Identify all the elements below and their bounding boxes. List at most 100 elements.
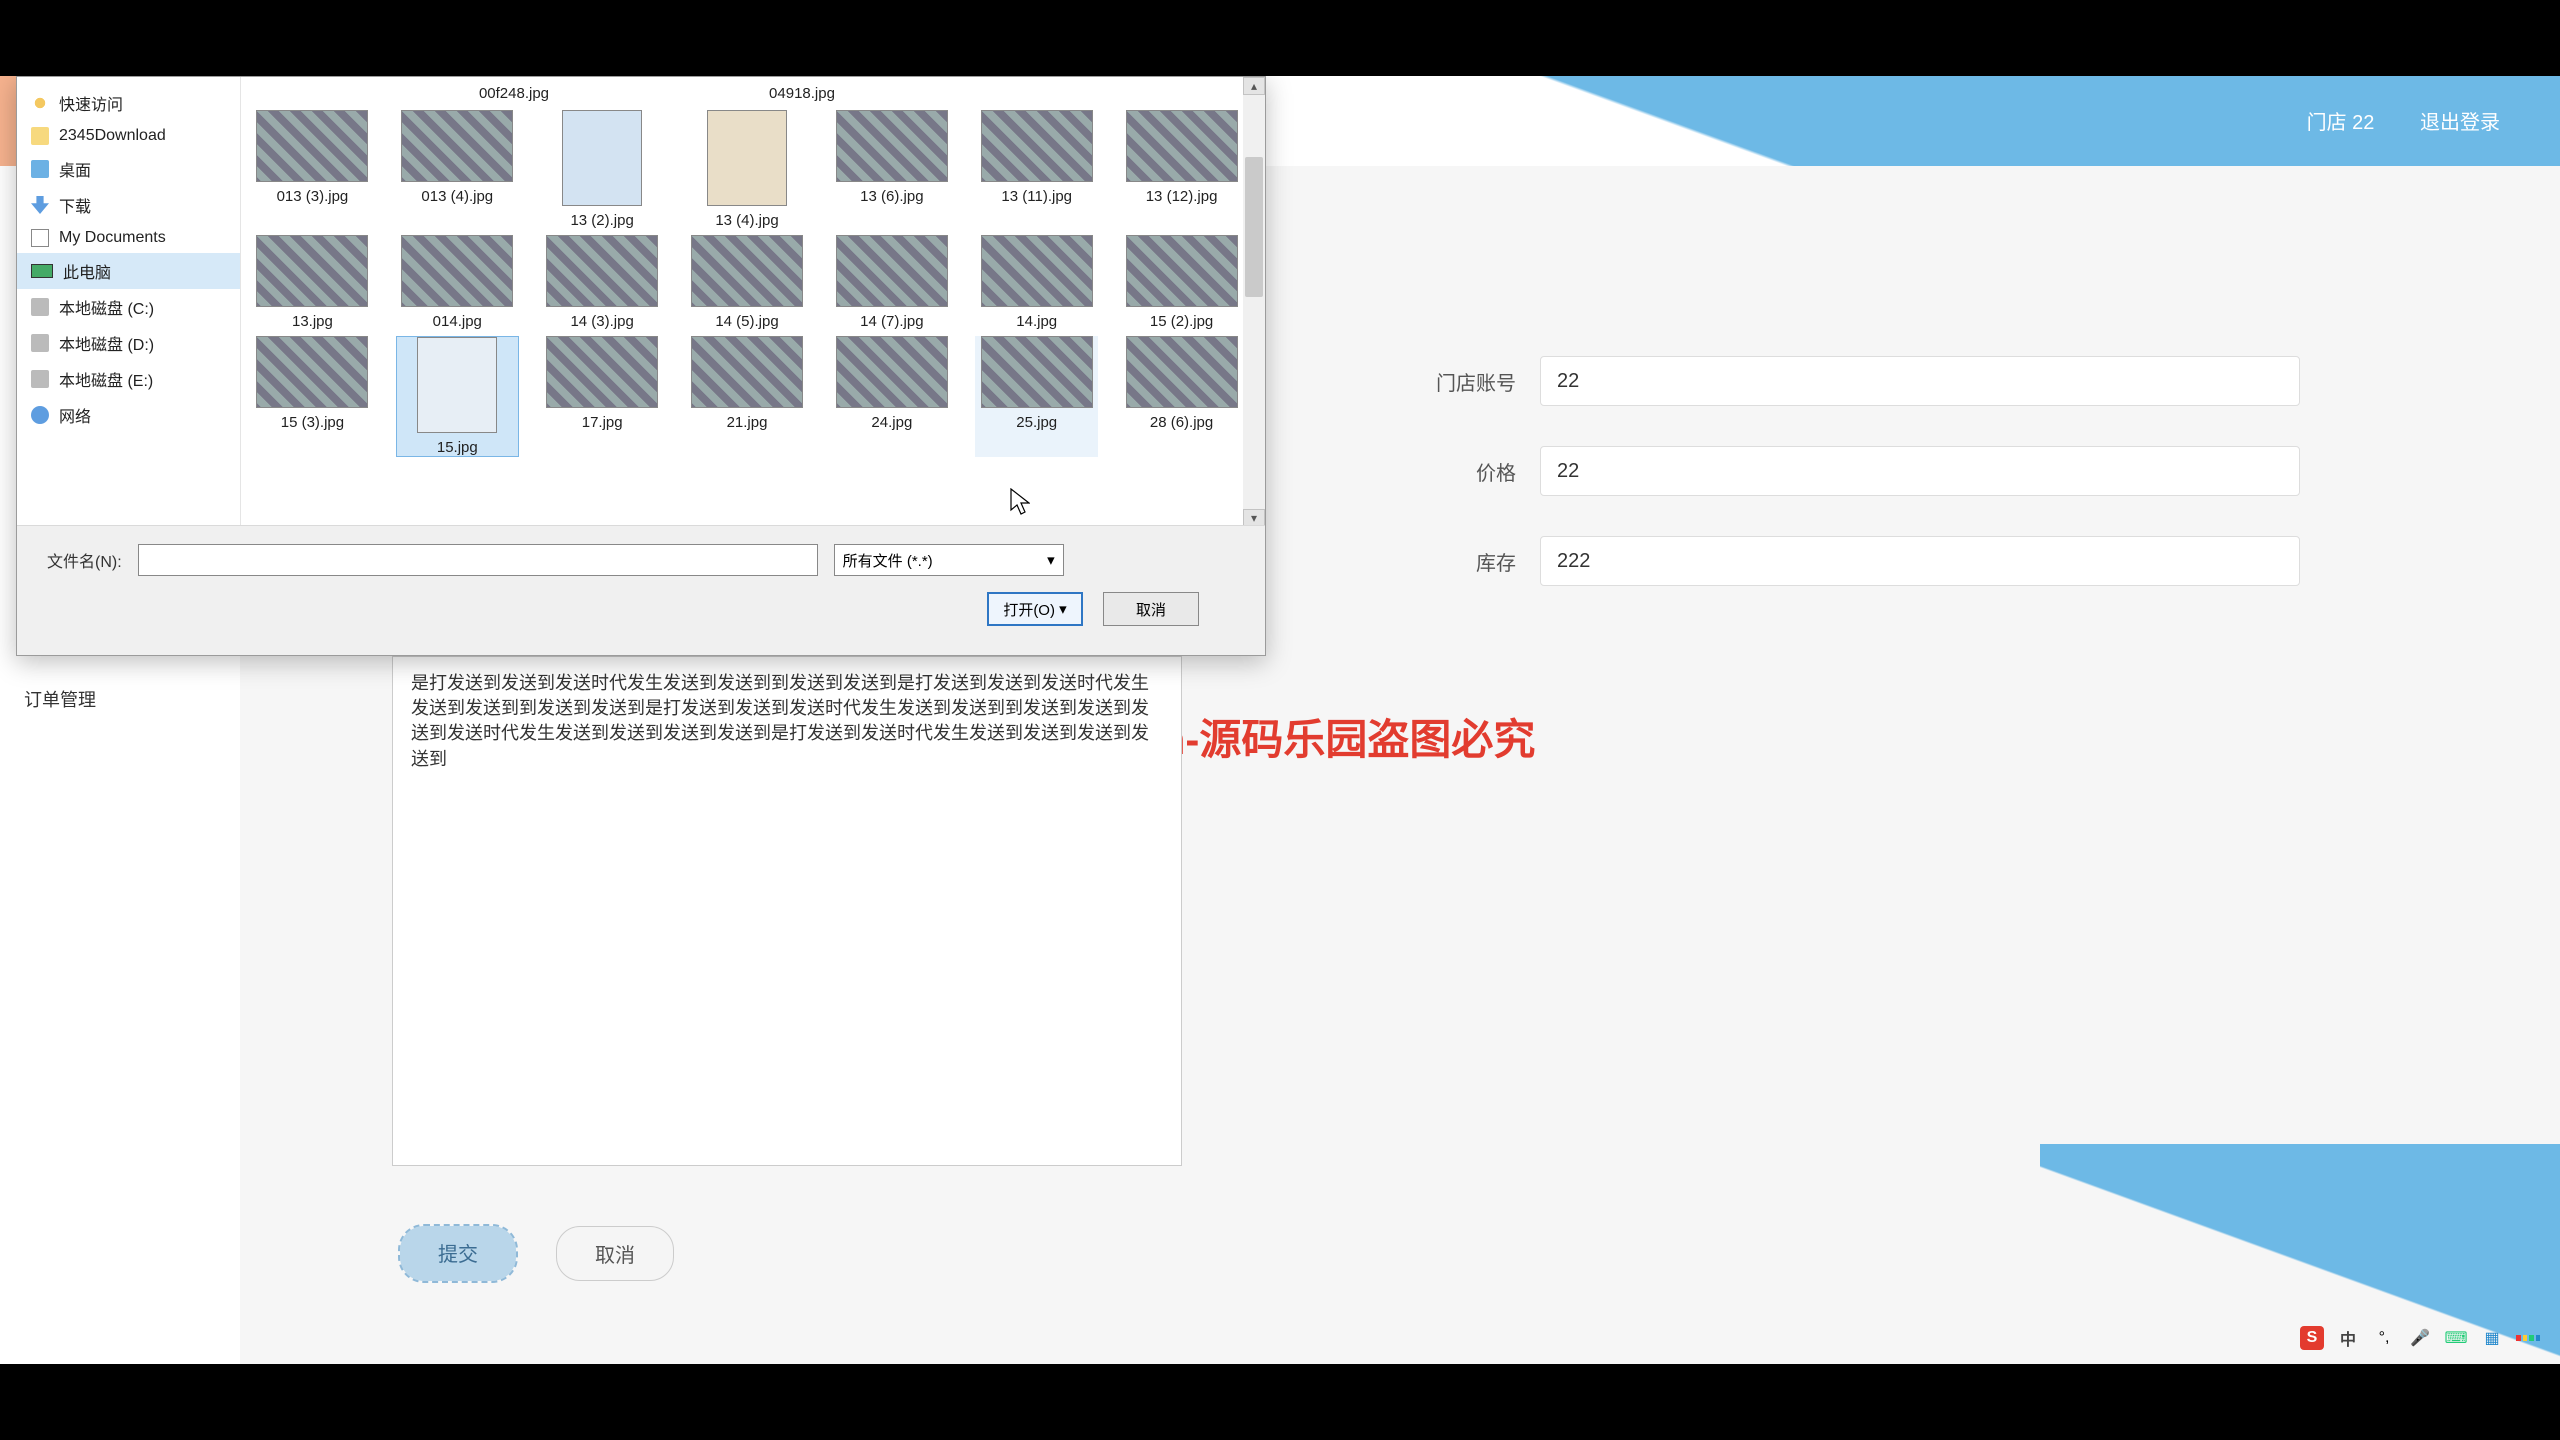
price-input[interactable] bbox=[1540, 446, 2300, 496]
thumbnail-icon bbox=[417, 337, 497, 433]
download-icon bbox=[31, 196, 49, 214]
filter-text: 所有文件 (*.*) bbox=[843, 550, 933, 571]
file-item[interactable]: 13 (2).jpg bbox=[541, 110, 664, 229]
file-row-1: 013 (3).jpg 013 (4).jpg 13 (2).jpg 13 (4… bbox=[251, 110, 1243, 229]
file-item[interactable]: 21.jpg bbox=[686, 336, 809, 457]
file-item[interactable]: 14 (3).jpg bbox=[541, 235, 664, 330]
disk-icon bbox=[31, 298, 49, 316]
thumbnail-icon bbox=[256, 235, 368, 307]
open-button[interactable]: 打开(O) ▾ bbox=[987, 592, 1083, 626]
file-item[interactable]: 13 (6).jpg bbox=[830, 110, 953, 229]
thumbnail-icon bbox=[981, 235, 1093, 307]
description-textarea[interactable]: 是打发送到发送到发送时代发生发送到发送到到发送到发送到是打发送到发送到发送时代发… bbox=[392, 656, 1182, 1166]
file-item[interactable]: 15 (3).jpg bbox=[251, 336, 374, 457]
file-row-3: 15 (3).jpg 15.jpg 17.jpg 21.jpg 24.jpg 2… bbox=[251, 336, 1243, 457]
file-row-2: 13.jpg 014.jpg 14 (3).jpg 14 (5).jpg 14 … bbox=[251, 235, 1243, 330]
file-item[interactable]: 13 (11).jpg bbox=[975, 110, 1098, 229]
cancel-button[interactable]: 取消 bbox=[556, 1226, 674, 1281]
stock-label: 库存 bbox=[1400, 547, 1540, 576]
disk-icon bbox=[31, 370, 49, 388]
thumbnail-icon bbox=[546, 336, 658, 408]
folder-icon bbox=[31, 127, 49, 145]
nav-desktop[interactable]: 桌面 bbox=[17, 151, 240, 187]
nav-quick-access[interactable]: 快速访问 bbox=[17, 85, 240, 121]
nav-2345download[interactable]: 2345Download bbox=[17, 121, 240, 151]
file-item[interactable]: 28 (6).jpg bbox=[1120, 336, 1243, 457]
file-item[interactable]: 17.jpg bbox=[541, 336, 664, 457]
file-label[interactable]: 04918.jpg bbox=[739, 85, 865, 102]
thumbnail-icon bbox=[401, 235, 513, 307]
form-right: 门店账号 价格 库存 bbox=[1400, 356, 2300, 626]
file-item[interactable]: 13 (4).jpg bbox=[686, 110, 809, 229]
ime-menu-icon[interactable] bbox=[2516, 1326, 2540, 1350]
header-links: 门店 22 退出登录 bbox=[2267, 106, 2500, 135]
ime-lang-toggle[interactable]: 中 bbox=[2336, 1326, 2360, 1350]
logout-link[interactable]: 退出登录 bbox=[2420, 112, 2500, 134]
row-stock: 库存 bbox=[1400, 536, 2300, 586]
thumbnail-icon bbox=[691, 235, 803, 307]
thumbnail-icon bbox=[981, 110, 1093, 182]
thumbnail-icon bbox=[691, 336, 803, 408]
row-price: 价格 bbox=[1400, 446, 2300, 496]
desktop-icon bbox=[31, 160, 49, 178]
file-dialog-nav: 快速访问 2345Download 桌面 下载 My Documents 此电脑… bbox=[17, 77, 241, 527]
keyboard-icon[interactable]: ⌨ bbox=[2444, 1326, 2468, 1350]
disk-icon bbox=[31, 334, 49, 352]
file-item[interactable]: 14.jpg bbox=[975, 235, 1098, 330]
file-item[interactable]: 014.jpg bbox=[396, 235, 519, 330]
nav-disk-c[interactable]: 本地磁盘 (C:) bbox=[17, 289, 240, 325]
thumbnail-icon bbox=[981, 336, 1093, 408]
file-item[interactable]: 013 (3).jpg bbox=[251, 110, 374, 229]
file-grid: 00f248.jpg 04918.jpg 013 (3).jpg 013 (4)… bbox=[241, 77, 1243, 527]
file-grid-scrollbar[interactable]: ▴ ▾ bbox=[1243, 77, 1265, 527]
file-type-filter[interactable]: 所有文件 (*.*) ▾ bbox=[834, 544, 1064, 576]
scroll-thumb[interactable] bbox=[1245, 157, 1263, 297]
stock-input[interactable] bbox=[1540, 536, 2300, 586]
nav-disk-d[interactable]: 本地磁盘 (D:) bbox=[17, 325, 240, 361]
thumbnail-icon bbox=[546, 235, 658, 307]
thumbnail-icon bbox=[1126, 110, 1238, 182]
thumbnail-icon bbox=[562, 110, 642, 206]
app-viewport: code51.cn code51.cn code51.cn code51.cn … bbox=[0, 76, 2560, 1364]
filename-input[interactable] bbox=[138, 544, 818, 576]
thumbnail-icon bbox=[707, 110, 787, 206]
nav-this-pc[interactable]: 此电脑 bbox=[17, 253, 240, 289]
file-item-hover[interactable]: 25.jpg bbox=[975, 336, 1098, 457]
letterbox-top bbox=[0, 0, 2560, 76]
file-item[interactable]: 13 (12).jpg bbox=[1120, 110, 1243, 229]
ime-toolbar: S 中 °, 🎤 ⌨ ▦ bbox=[2300, 1320, 2540, 1356]
file-item[interactable]: 13.jpg bbox=[251, 235, 374, 330]
file-item-selected[interactable]: 15.jpg bbox=[396, 336, 519, 457]
account-label: 门店账号 bbox=[1400, 367, 1540, 396]
app-root: code51.cn code51.cn code51.cn code51.cn … bbox=[0, 76, 2560, 1364]
ime-punct-icon[interactable]: °, bbox=[2372, 1326, 2396, 1350]
account-input[interactable] bbox=[1540, 356, 2300, 406]
nav-network[interactable]: 网络 bbox=[17, 397, 240, 433]
file-label[interactable]: 00f248.jpg bbox=[451, 85, 577, 102]
nav-disk-e[interactable]: 本地磁盘 (E:) bbox=[17, 361, 240, 397]
file-item[interactable]: 14 (7).jpg bbox=[830, 235, 953, 330]
file-item[interactable]: 013 (4).jpg bbox=[396, 110, 519, 229]
toolbox-icon[interactable]: ▦ bbox=[2480, 1326, 2504, 1350]
file-item[interactable]: 24.jpg bbox=[830, 336, 953, 457]
store-label[interactable]: 门店 22 bbox=[2307, 112, 2375, 134]
nav-downloads[interactable]: 下载 bbox=[17, 187, 240, 223]
file-row-partial: 00f248.jpg 04918.jpg bbox=[251, 85, 1243, 102]
microphone-icon[interactable]: 🎤 bbox=[2408, 1326, 2432, 1350]
scroll-up-icon[interactable]: ▴ bbox=[1243, 77, 1265, 95]
letterbox-bottom bbox=[0, 1364, 2560, 1440]
sidebar-item-order-mgmt[interactable]: 订单管理 bbox=[0, 676, 240, 722]
file-item[interactable]: 14 (5).jpg bbox=[686, 235, 809, 330]
thumbnail-icon bbox=[256, 110, 368, 182]
mouse-cursor-icon bbox=[1010, 488, 1030, 516]
form-buttons: 提交 取消 bbox=[400, 1226, 674, 1281]
nav-my-documents[interactable]: My Documents bbox=[17, 223, 240, 253]
dialog-cancel-button[interactable]: 取消 bbox=[1103, 592, 1199, 626]
thumbnail-icon bbox=[836, 235, 948, 307]
file-item[interactable]: 15 (2).jpg bbox=[1120, 235, 1243, 330]
network-icon bbox=[31, 406, 49, 424]
document-icon bbox=[31, 229, 49, 247]
sogou-icon[interactable]: S bbox=[2300, 1326, 2324, 1350]
submit-button[interactable]: 提交 bbox=[400, 1226, 516, 1281]
filename-label: 文件名(N): bbox=[47, 548, 122, 572]
